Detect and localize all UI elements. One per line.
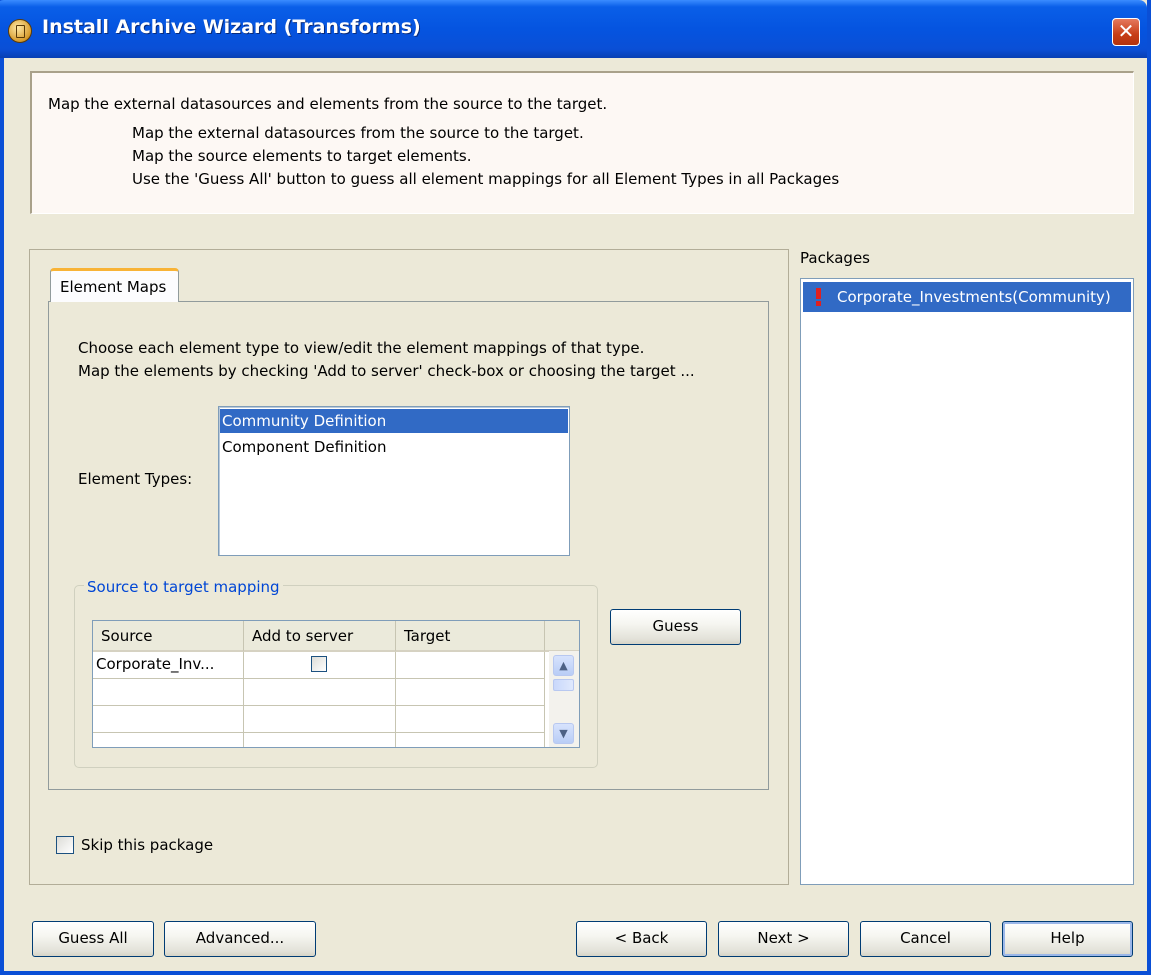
instruction-text: Choose each element type to view/edit th… xyxy=(78,339,645,357)
column-header-add-to-server[interactable]: Add to server xyxy=(244,621,396,652)
element-types-list[interactable]: Community Definition Component Definitio… xyxy=(218,406,570,556)
table-cell-empty xyxy=(396,733,545,747)
warning-exclamation-icon xyxy=(815,288,822,306)
next-button[interactable]: Next > xyxy=(718,921,849,957)
list-item-community-definition[interactable]: Community Definition xyxy=(220,409,568,433)
element-types-label: Element Types: xyxy=(78,470,193,488)
table-cell-add-to-server[interactable] xyxy=(244,652,396,679)
tab-element-maps[interactable]: Element Maps xyxy=(50,268,179,302)
group-label: Source to target mapping xyxy=(84,578,283,596)
table-cell-target[interactable] xyxy=(396,652,545,679)
table-vertical-scrollbar[interactable]: ▲ ▼ xyxy=(549,651,579,747)
skip-package-checkbox[interactable] xyxy=(56,836,74,854)
help-button[interactable]: Help xyxy=(1002,921,1133,957)
mapping-table[interactable]: Source Add to server Target Corporate_In… xyxy=(92,620,580,748)
table-cell-empty xyxy=(244,733,396,747)
column-header-filler xyxy=(545,621,579,652)
table-cell-empty xyxy=(396,706,545,733)
description-line: Map the external datasources from the so… xyxy=(132,124,584,142)
scroll-up-icon[interactable]: ▲ xyxy=(553,655,574,676)
column-header-source[interactable]: Source xyxy=(93,621,244,652)
back-button[interactable]: < Back xyxy=(576,921,707,957)
list-item-component-definition[interactable]: Component Definition xyxy=(220,435,568,459)
cancel-button[interactable]: Cancel xyxy=(860,921,991,957)
package-item-label: Corporate_Investments(Community) xyxy=(837,288,1111,306)
column-header-target[interactable]: Target xyxy=(396,621,545,652)
add-to-server-checkbox[interactable] xyxy=(311,656,327,672)
table-cell-empty xyxy=(93,733,244,747)
packages-label: Packages xyxy=(800,249,870,267)
package-item[interactable]: Corporate_Investments(Community) xyxy=(803,282,1131,312)
table-cell-empty xyxy=(93,706,244,733)
skip-package-label[interactable]: Skip this package xyxy=(81,836,213,854)
title-bar[interactable]: Install Archive Wizard (Transforms) ✕ xyxy=(0,0,1147,58)
archive-wizard-icon xyxy=(8,19,32,43)
table-cell-source[interactable]: Corporate_Inv... xyxy=(93,652,244,679)
instruction-text: Map the elements by checking 'Add to ser… xyxy=(78,362,695,380)
description-line: Map the source elements to target elemen… xyxy=(132,147,472,165)
table-cell-empty xyxy=(93,679,244,706)
packages-list[interactable]: Corporate_Investments(Community) xyxy=(800,278,1134,885)
table-cell-empty xyxy=(244,706,396,733)
table-cell-empty xyxy=(396,679,545,706)
description-line: Map the external datasources and element… xyxy=(48,95,608,113)
description-panel: Map the external datasources and element… xyxy=(30,71,1134,214)
guess-button[interactable]: Guess xyxy=(610,609,741,645)
scroll-down-icon[interactable]: ▼ xyxy=(553,723,574,744)
scroll-thumb[interactable] xyxy=(553,679,574,691)
window-title: Install Archive Wizard (Transforms) xyxy=(42,16,421,38)
table-cell-empty xyxy=(244,679,396,706)
advanced-button[interactable]: Advanced... xyxy=(164,921,316,957)
description-line: Use the 'Guess All' button to guess all … xyxy=(132,170,840,188)
guess-all-button[interactable]: Guess All xyxy=(32,921,154,957)
close-button[interactable]: ✕ xyxy=(1112,18,1140,46)
